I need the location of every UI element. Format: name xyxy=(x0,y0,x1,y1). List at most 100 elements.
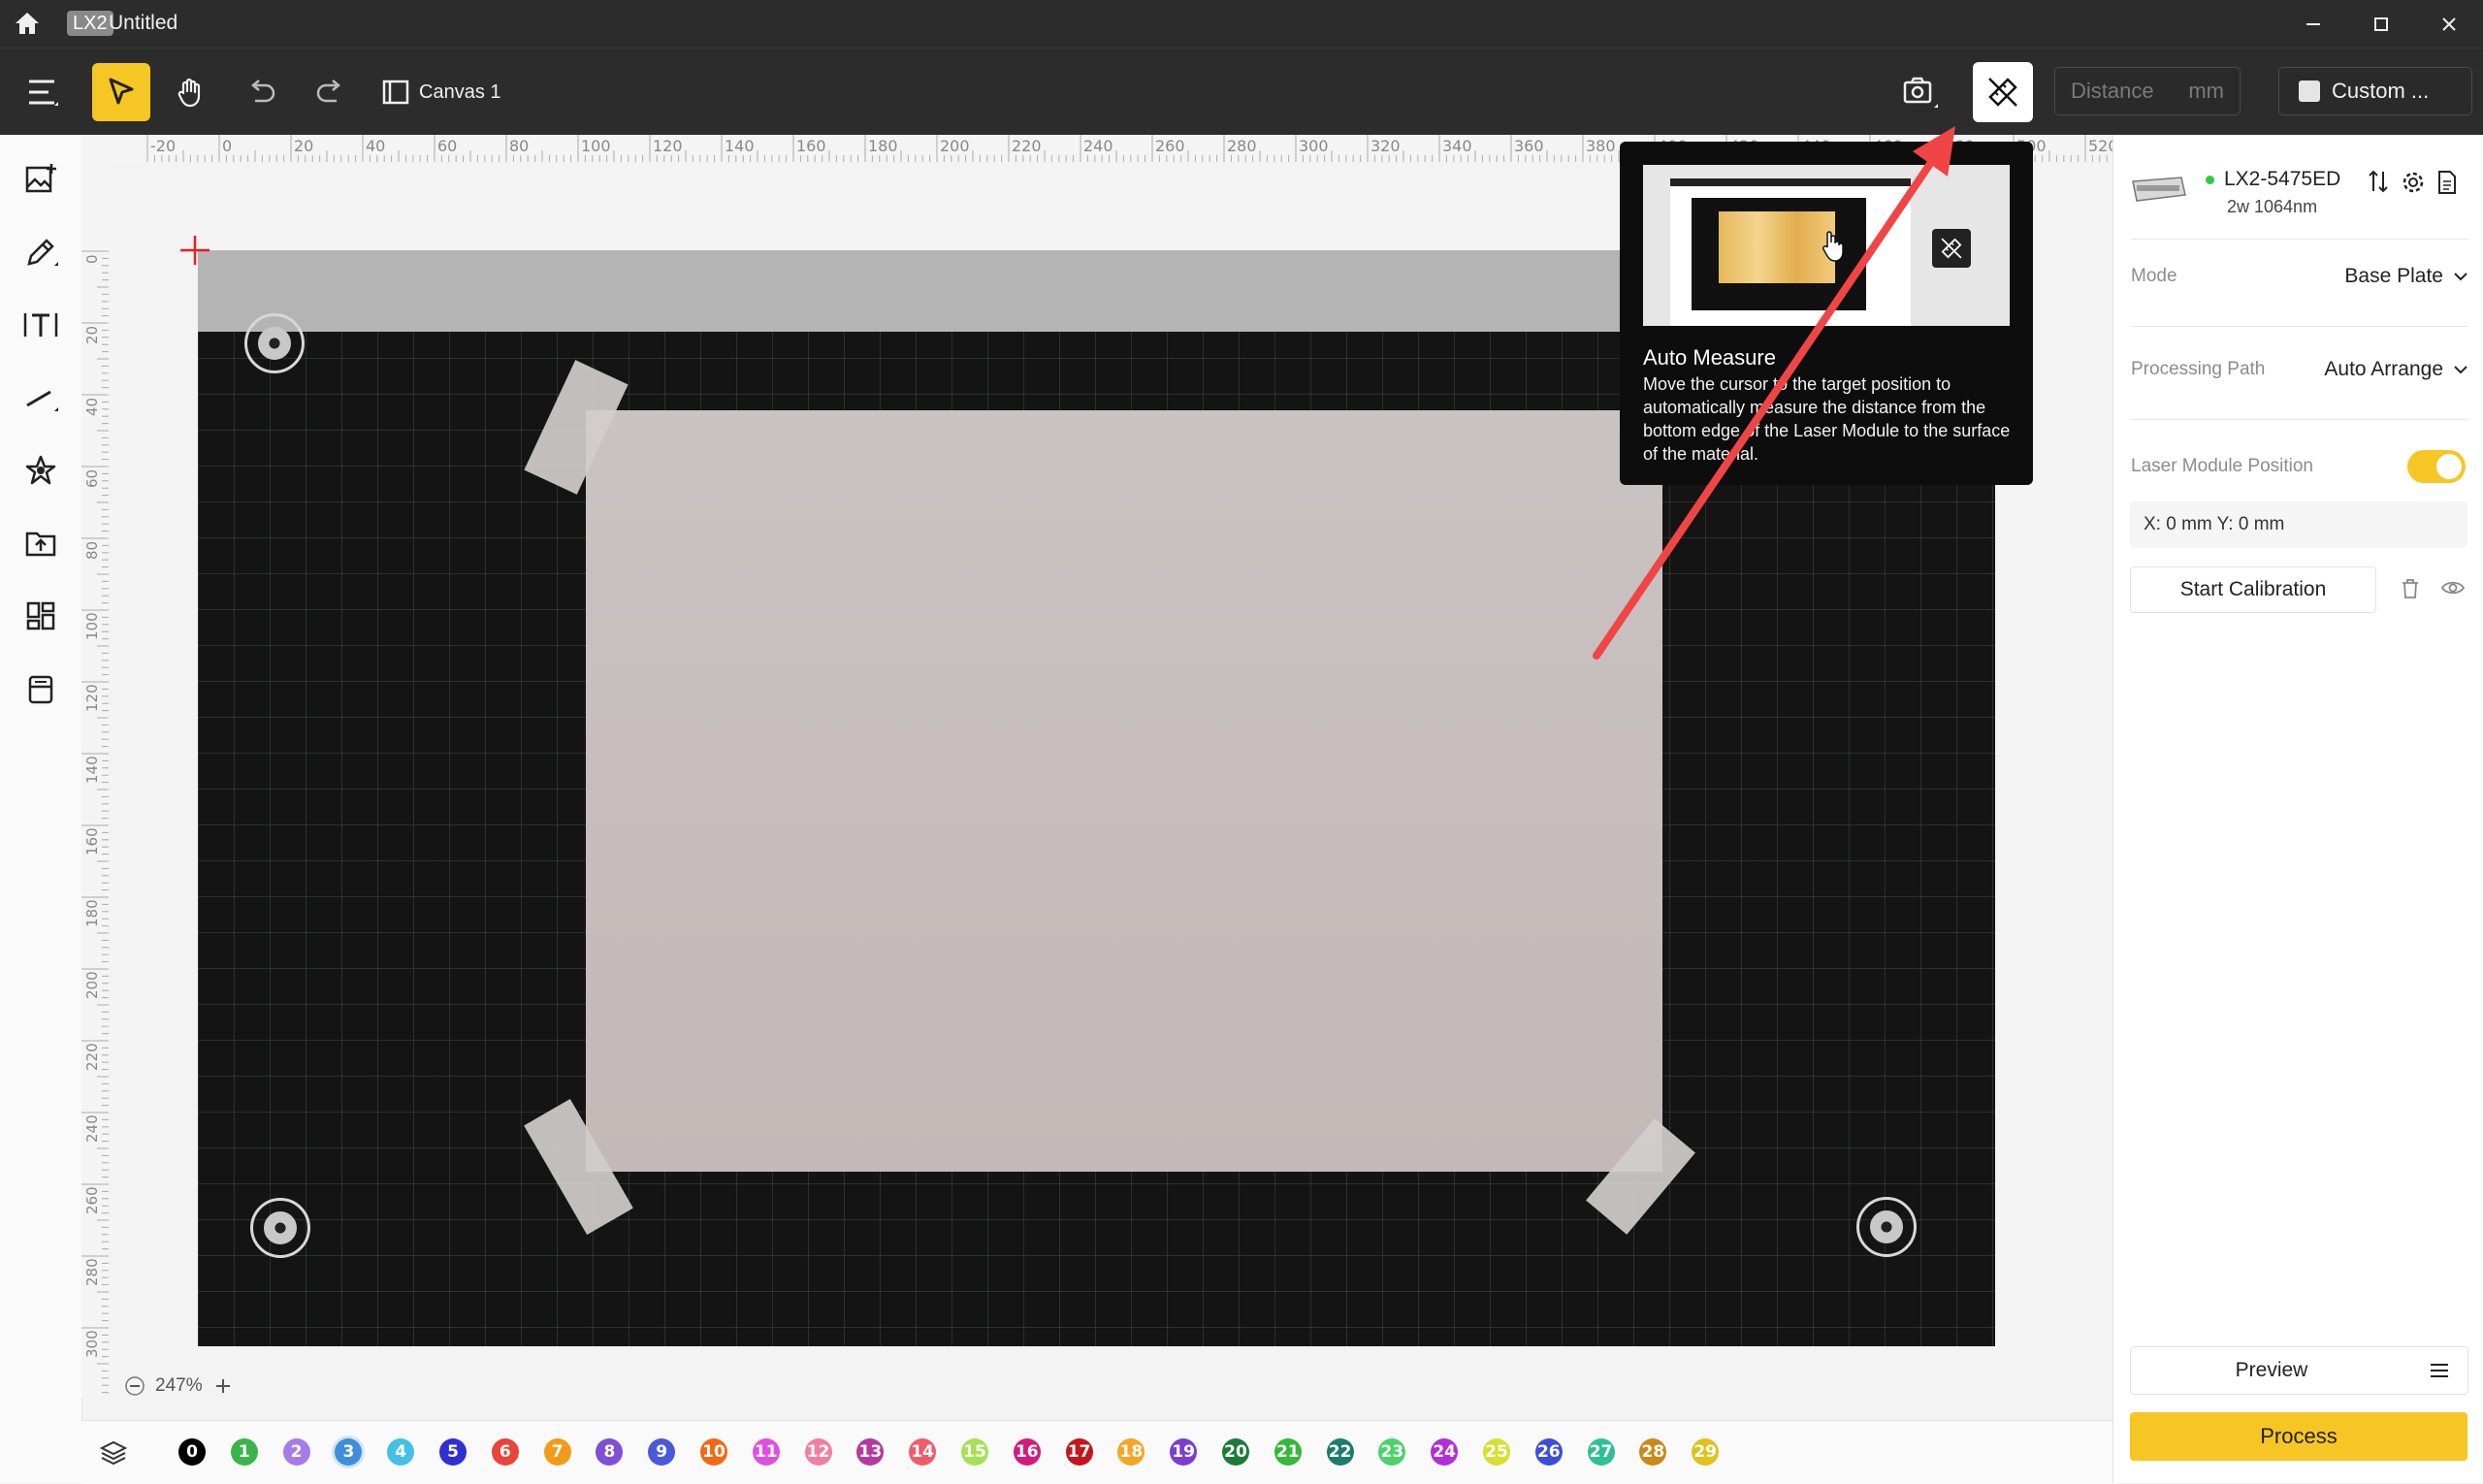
ruler-label: 220 xyxy=(1012,137,1042,155)
mode-dropdown[interactable]: Base Plate xyxy=(2344,265,2468,288)
auto-measure-button[interactable] xyxy=(1973,62,2033,122)
mode-value: Base Plate xyxy=(2344,265,2443,287)
right-panel: LX2-5475ED 2w 1064nm Mode Base Plate Pro… xyxy=(2112,135,2483,1483)
text-tool-button[interactable] xyxy=(17,302,64,348)
eye-icon[interactable] xyxy=(2440,578,2466,597)
home-button[interactable] xyxy=(8,6,47,41)
redo-button[interactable] xyxy=(301,63,359,121)
material-library-button[interactable] xyxy=(17,665,64,712)
layer-chip[interactable]: 18 xyxy=(1117,1438,1145,1466)
material-preset-dropdown[interactable]: Custom ... xyxy=(2278,67,2472,115)
divider xyxy=(2131,239,2468,240)
device-selector[interactable]: LX2-5475ED xyxy=(2206,168,2340,191)
layer-chip[interactable]: 20 xyxy=(1222,1438,1249,1466)
processing-path-label: Processing Path xyxy=(2131,359,2266,379)
distance-input[interactable]: Distance mm xyxy=(2054,67,2241,115)
laser-position-toggle[interactable] xyxy=(2407,450,2466,483)
layer-chip[interactable]: 11 xyxy=(752,1438,780,1466)
shapes-tool-button[interactable] xyxy=(17,447,64,494)
minimize-icon xyxy=(2306,22,2320,25)
preview-button[interactable]: Preview xyxy=(2130,1346,2413,1395)
layer-chip[interactable]: 24 xyxy=(1431,1438,1459,1466)
preset-label: Custom ... xyxy=(2332,79,2430,103)
ruler-label: 520 xyxy=(2088,137,2112,155)
layer-chip[interactable]: 7 xyxy=(543,1438,571,1466)
cursor-arrow-icon xyxy=(109,78,134,105)
ruler-label: 200 xyxy=(83,971,101,999)
close-icon xyxy=(2442,16,2456,31)
pan-tool-button[interactable] xyxy=(162,63,220,121)
process-button[interactable]: Process xyxy=(2130,1412,2467,1461)
zoom-in-icon[interactable] xyxy=(212,1375,234,1397)
settings-gear-icon[interactable] xyxy=(2401,170,2426,195)
maximize-button[interactable] xyxy=(2347,0,2415,48)
camera-button[interactable] xyxy=(1891,63,1950,121)
layer-chip[interactable]: 8 xyxy=(596,1438,624,1466)
ruler-label: 340 xyxy=(1442,137,1472,155)
distance-placeholder: Distance xyxy=(2071,79,2154,103)
preview-options-button[interactable] xyxy=(2411,1346,2468,1395)
ruler-label: 360 xyxy=(1514,137,1544,155)
zoom-out-icon[interactable] xyxy=(124,1375,145,1397)
layer-chip[interactable]: 2 xyxy=(282,1438,310,1466)
add-image-button[interactable] xyxy=(17,156,64,203)
layer-chip[interactable]: 28 xyxy=(1639,1438,1667,1466)
layer-chip[interactable]: 6 xyxy=(491,1438,519,1466)
menu-icon xyxy=(29,80,58,106)
canvas-selector[interactable]: Canvas 1 xyxy=(382,78,501,107)
zoom-control: 247% xyxy=(124,1375,234,1397)
layer-chip[interactable]: 25 xyxy=(1483,1438,1510,1466)
layer-chip[interactable]: 4 xyxy=(387,1438,415,1466)
layer-chip[interactable]: 27 xyxy=(1587,1438,1615,1466)
layer-chip[interactable]: 9 xyxy=(648,1438,676,1466)
layer-chip[interactable]: 23 xyxy=(1378,1438,1406,1466)
layers-icon[interactable] xyxy=(99,1438,128,1468)
layer-chip[interactable]: 5 xyxy=(439,1438,467,1466)
trash-icon[interactable] xyxy=(2400,577,2421,600)
pen-tool-button[interactable] xyxy=(17,229,64,275)
layer-chip[interactable]: 1 xyxy=(230,1438,258,1466)
templates-button[interactable] xyxy=(17,593,64,639)
undo-button[interactable] xyxy=(233,63,291,121)
ruler-label: 100 xyxy=(83,612,101,640)
import-file-button[interactable] xyxy=(17,520,64,566)
layer-chip[interactable]: 0 xyxy=(178,1438,206,1466)
distance-unit: mm xyxy=(2188,79,2224,103)
layer-chip[interactable]: 29 xyxy=(1692,1438,1720,1466)
minimize-button[interactable] xyxy=(2279,0,2347,48)
document-icon[interactable] xyxy=(2435,170,2459,195)
layer-chip[interactable]: 26 xyxy=(1534,1438,1563,1466)
layer-chip[interactable]: 19 xyxy=(1170,1438,1198,1466)
start-calibration-button[interactable]: Start Calibration xyxy=(2130,566,2376,613)
auto-measure-icon xyxy=(1988,78,2017,107)
layer-chip[interactable]: 12 xyxy=(804,1438,832,1466)
layer-chip[interactable]: 14 xyxy=(909,1438,937,1466)
line-tool-button[interactable] xyxy=(17,374,64,421)
ruler-label: 20 xyxy=(83,325,101,344)
main-menu-button[interactable] xyxy=(14,63,72,121)
laser-position-label: Laser Module Position xyxy=(2131,456,2313,476)
ruler-label: 300 xyxy=(1299,137,1329,155)
layer-chip[interactable]: 10 xyxy=(700,1438,727,1466)
layer-chip[interactable]: 13 xyxy=(856,1438,885,1466)
ruler-label: 160 xyxy=(83,827,101,855)
image-add-icon xyxy=(25,164,56,193)
layer-chip[interactable]: 21 xyxy=(1274,1438,1302,1466)
device-spec: 2w 1064nm xyxy=(2227,197,2318,216)
layer-chip[interactable]: 17 xyxy=(1065,1438,1093,1466)
ruler-label: 100 xyxy=(581,137,611,155)
zoom-level: 247% xyxy=(155,1375,203,1396)
device-name: LX2-5475ED xyxy=(2224,168,2341,190)
select-tool-button[interactable] xyxy=(92,63,150,121)
ruler-label: 120 xyxy=(653,137,683,155)
sort-arrows-icon[interactable] xyxy=(2368,170,2389,195)
ruler-label: 40 xyxy=(83,397,101,416)
layer-chip[interactable]: 15 xyxy=(961,1438,988,1466)
layer-chip[interactable]: 3 xyxy=(335,1438,363,1466)
close-button[interactable] xyxy=(2415,0,2483,48)
shapes-icon xyxy=(25,455,56,485)
layer-chip[interactable]: 22 xyxy=(1326,1438,1354,1466)
processing-path-dropdown[interactable]: Auto Arrange xyxy=(2324,358,2468,381)
layer-chip[interactable]: 16 xyxy=(1013,1438,1041,1466)
text-icon xyxy=(23,313,58,337)
